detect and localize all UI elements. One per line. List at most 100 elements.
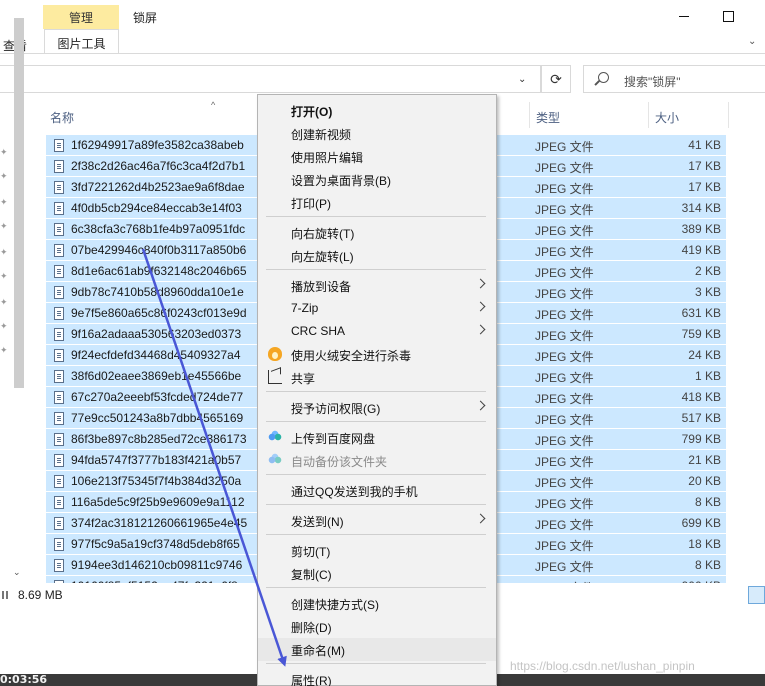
menu-item-rotate-left[interactable]: 向左旋转(L) — [258, 244, 496, 267]
manage-tab[interactable]: 管理 — [43, 5, 119, 29]
menu-item-properties[interactable]: 属性(R) — [258, 668, 496, 686]
search-box[interactable]: 搜索"锁屏" — [583, 65, 765, 93]
details-view-button[interactable] — [748, 586, 765, 604]
file-size: 18 KB — [688, 537, 721, 551]
file-type: JPEG 文件 — [535, 140, 594, 154]
jpeg-file-icon — [54, 391, 64, 404]
minimize-button[interactable] — [674, 8, 694, 24]
column-header-type[interactable]: 类型 — [536, 109, 560, 126]
file-type: JPEG 文件 — [535, 371, 594, 385]
file-type: JPEG 文件 — [535, 434, 594, 448]
pin-icon: ✦ — [0, 297, 8, 307]
share-icon — [268, 370, 282, 384]
chevron-down-icon[interactable]: ⌄ — [518, 74, 526, 85]
menu-item-set-wallpaper[interactable]: 设置为桌面背景(B) — [258, 168, 496, 191]
menu-item-label: 复制(C) — [291, 568, 332, 582]
jpeg-file-icon — [54, 496, 64, 509]
file-type: JPEG 文件 — [535, 579, 594, 583]
huorong-fire-icon — [268, 347, 282, 361]
menu-item-cut[interactable]: 剪切(T) — [258, 539, 496, 562]
menu-separator — [266, 391, 486, 392]
menu-item-open[interactable]: 打开(O) — [258, 99, 496, 122]
submenu-arrow-icon — [475, 400, 486, 411]
maximize-button[interactable] — [718, 8, 738, 24]
menu-item-label: 共享 — [291, 372, 316, 386]
column-divider[interactable] — [529, 102, 530, 128]
menu-item-print[interactable]: 打印(P) — [258, 191, 496, 214]
file-name: 106e213f75345f7f4b384d3250a — [71, 474, 242, 488]
menu-item-copy[interactable]: 复制(C) — [258, 562, 496, 585]
file-size: 314 KB — [681, 201, 721, 215]
scroll-down-arrow-icon[interactable]: ⌄ — [13, 567, 21, 578]
column-header-name[interactable]: 名称 — [50, 109, 74, 126]
menu-item-delete[interactable]: 删除(D) — [258, 615, 496, 638]
menu-item-cast-to-device[interactable]: 播放到设备 — [258, 274, 496, 297]
menu-item-grant-access[interactable]: 授予访问权限(G) — [258, 396, 496, 419]
file-type: JPEG 文件 — [535, 203, 594, 217]
pin-icon: ✦ — [0, 321, 8, 331]
selection-icon — [2, 591, 8, 599]
menu-separator — [266, 216, 486, 217]
file-name: 2f38c2d26ac46a7f6c3ca4f2d7b1 — [71, 159, 246, 173]
file-size: 389 KB — [681, 222, 721, 236]
watermark: https://blog.csdn.net/lushan_pinpin — [510, 659, 695, 673]
file-size: 21 KB — [688, 453, 721, 467]
file-name: 8d1e6ac61ab9f632148c2046b65 — [71, 264, 247, 278]
menu-item-crc-sha[interactable]: CRC SHA — [258, 320, 496, 343]
jpeg-file-icon — [54, 433, 64, 446]
file-type: JPEG 文件 — [535, 224, 594, 238]
menu-item-label: 打印(P) — [291, 197, 331, 211]
file-name: 3fd7221262d4b2523ae9a6f8dae — [71, 180, 245, 194]
menu-item-label: 上传到百度网盘 — [291, 432, 376, 446]
file-name: 77e9cc501243a8b7dbb4565169 — [71, 411, 244, 425]
menu-item-label: 使用火绒安全进行杀毒 — [291, 349, 412, 363]
jpeg-file-icon — [54, 244, 64, 257]
ribbon: 管理 锁屏 查看 图片工具 ⌄ — [0, 0, 765, 55]
menu-item-label: 创建新视频 — [291, 128, 352, 142]
file-name: 38f6d02eaee3869eb1e45566be — [71, 369, 242, 383]
file-type: JPEG 文件 — [535, 476, 594, 490]
ribbon-tab-picture-tools[interactable]: 图片工具 — [44, 29, 119, 53]
column-header-size[interactable]: 大小 — [655, 109, 679, 126]
file-size: 517 KB — [681, 411, 721, 425]
file-type: JPEG 文件 — [535, 182, 594, 196]
menu-item-label: 向左旋转(L) — [291, 250, 354, 264]
pin-icon: ✦ — [0, 345, 8, 355]
column-divider[interactable] — [728, 102, 729, 128]
ribbon-collapse-icon[interactable]: ⌄ — [748, 36, 756, 47]
selection-size: 8.69 MB — [18, 588, 63, 602]
file-size: 8 KB — [694, 495, 721, 509]
submenu-arrow-icon — [475, 278, 486, 289]
jpeg-file-icon — [54, 559, 64, 572]
jpeg-file-icon — [54, 202, 64, 215]
refresh-button[interactable]: ⟳ — [541, 65, 571, 93]
menu-item-scan-huorong[interactable]: 使用火绒安全进行杀毒 — [258, 343, 496, 366]
menu-item-label: 自动备份该文件夹 — [291, 455, 388, 469]
menu-item-create-shortcut[interactable]: 创建快捷方式(S) — [258, 592, 496, 615]
nav-scrollbar-thumb[interactable] — [14, 18, 24, 388]
search-icon — [598, 72, 609, 83]
menu-item-upload-baidu[interactable]: 上传到百度网盘 — [258, 426, 496, 449]
menu-item-send-to[interactable]: 发送到(N) — [258, 509, 496, 532]
menu-item-7zip[interactable]: 7-Zip — [258, 297, 496, 320]
file-size: 41 KB — [688, 138, 721, 152]
menu-item-rename[interactable]: 重命名(M) — [258, 638, 496, 661]
pin-icon: ✦ — [0, 221, 8, 231]
menu-item-send-qq[interactable]: 通过QQ发送到我的手机 — [258, 479, 496, 502]
file-type: JPEG 文件 — [535, 329, 594, 343]
jpeg-file-icon — [54, 475, 64, 488]
menu-item-rotate-right[interactable]: 向右旋转(T) — [258, 221, 496, 244]
context-menu: 打开(O) 创建新视频 使用照片编辑 设置为桌面背景(B) 打印(P) 向右旋转… — [257, 94, 497, 686]
column-divider[interactable] — [648, 102, 649, 128]
menu-item-label: 删除(D) — [291, 621, 332, 635]
menu-item-label: 打开(O) — [291, 105, 333, 119]
menu-item-new-video[interactable]: 创建新视频 — [258, 122, 496, 145]
menu-item-share[interactable]: 共享 — [258, 366, 496, 389]
search-input[interactable]: 搜索"锁屏" — [624, 73, 681, 90]
address-field[interactable]: ⌄ — [0, 65, 541, 93]
sort-ascending-icon: ^ — [211, 100, 216, 110]
pin-icon: ✦ — [0, 247, 8, 257]
file-name: 116a5de5c9f25b9e9609e9a1112 — [71, 495, 245, 509]
menu-item-edit-photos[interactable]: 使用照片编辑 — [258, 145, 496, 168]
menu-item-label: 7-Zip — [291, 301, 319, 315]
